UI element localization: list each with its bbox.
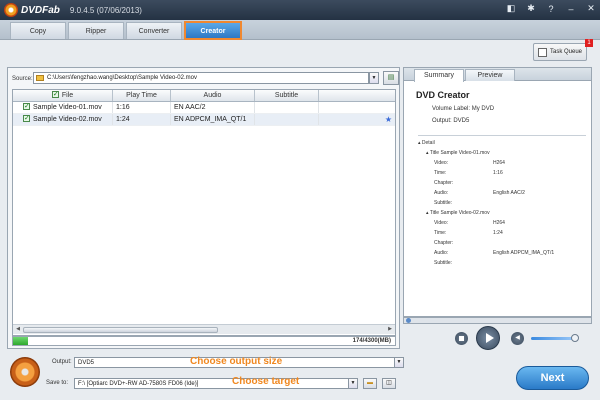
app-version: 9.0.4.5 (07/06/2013) xyxy=(69,5,142,15)
select-all-checkbox[interactable] xyxy=(51,89,59,101)
column-subtitle[interactable]: Subtitle xyxy=(255,90,319,101)
output-hint: Choose output size xyxy=(190,356,283,367)
file-name: Sample Video-01.mov xyxy=(33,104,102,111)
summary-title: DVD Creator xyxy=(416,90,470,100)
iso-button[interactable]: ◫ xyxy=(382,378,396,389)
audio-track[interactable]: EN ADPCM_IMA_QT/1 xyxy=(171,114,255,125)
column-audio[interactable]: Audio xyxy=(171,90,255,101)
volume-knob[interactable] xyxy=(571,334,579,342)
save-to-label: Save to: xyxy=(46,380,69,386)
tab-creator[interactable]: Creator xyxy=(184,21,242,40)
row-checkbox[interactable] xyxy=(23,102,30,113)
next-button[interactable]: Next xyxy=(516,366,589,390)
scroll-right-icon[interactable]: ▶ xyxy=(386,326,394,333)
tab-ripper[interactable]: Ripper xyxy=(68,22,124,39)
chevron-down-icon[interactable]: ▼ xyxy=(394,358,403,367)
tab-converter[interactable]: Converter xyxy=(126,22,182,39)
file-table: File Play Time Audio Subtitle Sample Vid… xyxy=(12,89,396,336)
save-target-value: F:\ [Optiarc DVD+-RW AD-7580S FD06 (Ide)… xyxy=(78,381,199,387)
stop-button[interactable] xyxy=(455,332,468,345)
source-path-text: C:\Users\fengzhao.wang\Desktop\Sample Vi… xyxy=(47,75,197,81)
volume-label: Volume Label: My DVD xyxy=(432,106,495,112)
tab-summary[interactable]: Summary xyxy=(414,69,464,82)
output-label: Output: xyxy=(52,359,72,365)
play-time: 1:16 xyxy=(113,102,171,113)
volume-slider[interactable] xyxy=(531,337,575,340)
column-file[interactable]: File xyxy=(13,89,113,101)
output-size-value: DVD5 xyxy=(78,360,95,366)
seek-knob[interactable] xyxy=(406,318,411,323)
source-dropdown-button[interactable]: ▼ xyxy=(369,72,379,84)
disc-icon xyxy=(10,357,40,387)
chevron-down-icon[interactable]: ▼ xyxy=(348,379,357,388)
summary-panel: Summary Preview DVD Creator Volume Label… xyxy=(403,67,592,317)
horizontal-scrollbar[interactable]: ◀ ▶ xyxy=(13,324,395,334)
gear-icon[interactable]: ✱ xyxy=(526,3,536,14)
scrollbar-thumb[interactable] xyxy=(23,327,218,333)
tab-copy[interactable]: Copy xyxy=(10,22,66,39)
preview-seek-bar[interactable] xyxy=(403,317,592,324)
subtitle-track[interactable] xyxy=(255,102,319,113)
detail-tree: ▴ Detail ▴ Title Sample Video-01.mov Vid… xyxy=(418,135,586,300)
title-node[interactable]: ▴ Title Sample Video-02.mov xyxy=(426,210,490,216)
source-label: Source: xyxy=(12,75,33,82)
app-name: DVDFab xyxy=(21,4,60,16)
subtitle-track[interactable] xyxy=(255,114,319,125)
detail-label: Detail xyxy=(421,140,435,146)
playback-controls: ◀ xyxy=(403,326,592,350)
task-queue-badge: 1 xyxy=(585,39,593,47)
title-bar: DVDFab 9.0.4.5 (07/06/2013) ◧ ✱ ? – ✕ xyxy=(0,0,600,20)
source-path-input[interactable]: C:\Users\fengzhao.wang\Desktop\Sample Vi… xyxy=(33,72,369,84)
volume-icon[interactable]: ◀ xyxy=(511,332,524,345)
save-hint: Choose target xyxy=(232,376,300,387)
title-node[interactable]: ▴ Title Sample Video-01.mov xyxy=(426,150,490,156)
row-checkbox[interactable] xyxy=(23,114,30,125)
add-source-button[interactable]: ▤ xyxy=(383,71,399,85)
table-row[interactable]: Sample Video-02.mov 1:24 EN ADPCM_IMA_QT… xyxy=(13,114,395,126)
star-icon[interactable]: ★ xyxy=(385,114,392,125)
task-queue-label: Task Queue xyxy=(549,49,583,55)
close-icon[interactable]: ✕ xyxy=(586,3,596,14)
output-summary: Output: DVD5 xyxy=(432,118,470,124)
minimize-icon[interactable]: – xyxy=(566,4,576,14)
help-icon[interactable]: ? xyxy=(546,4,556,14)
dvdfab-logo-icon xyxy=(4,3,18,17)
save-target-select[interactable]: F:\ [Optiarc DVD+-RW AD-7580S FD06 (Ide)… xyxy=(74,378,358,389)
options-icon[interactable]: ◧ xyxy=(506,3,516,14)
size-progress-bar: 174/4300(MB) xyxy=(12,336,396,346)
play-button[interactable] xyxy=(476,326,500,350)
audio-track[interactable]: EN AAC/2 xyxy=(171,102,255,113)
main-tabs: Copy Ripper Converter Creator xyxy=(0,20,600,40)
size-progress-fill xyxy=(13,337,29,345)
browse-folder-button[interactable]: ▬ xyxy=(363,378,377,389)
size-progress-text: 174/4300(MB) xyxy=(352,338,391,344)
scroll-left-icon[interactable]: ◀ xyxy=(14,326,22,333)
source-panel: Source: C:\Users\fengzhao.wang\Desktop\S… xyxy=(7,67,400,349)
folder-icon xyxy=(36,75,44,81)
play-time: 1:24 xyxy=(113,114,171,125)
table-header: File Play Time Audio Subtitle xyxy=(13,89,395,102)
tab-preview[interactable]: Preview xyxy=(465,69,515,81)
task-queue-icon xyxy=(537,47,547,57)
column-play-time[interactable]: Play Time xyxy=(113,90,171,101)
task-queue-button[interactable]: Task Queue xyxy=(533,43,587,61)
file-name: Sample Video-02.mov xyxy=(33,116,102,123)
table-row[interactable]: Sample Video-01.mov 1:16 EN AAC/2 xyxy=(13,102,395,114)
